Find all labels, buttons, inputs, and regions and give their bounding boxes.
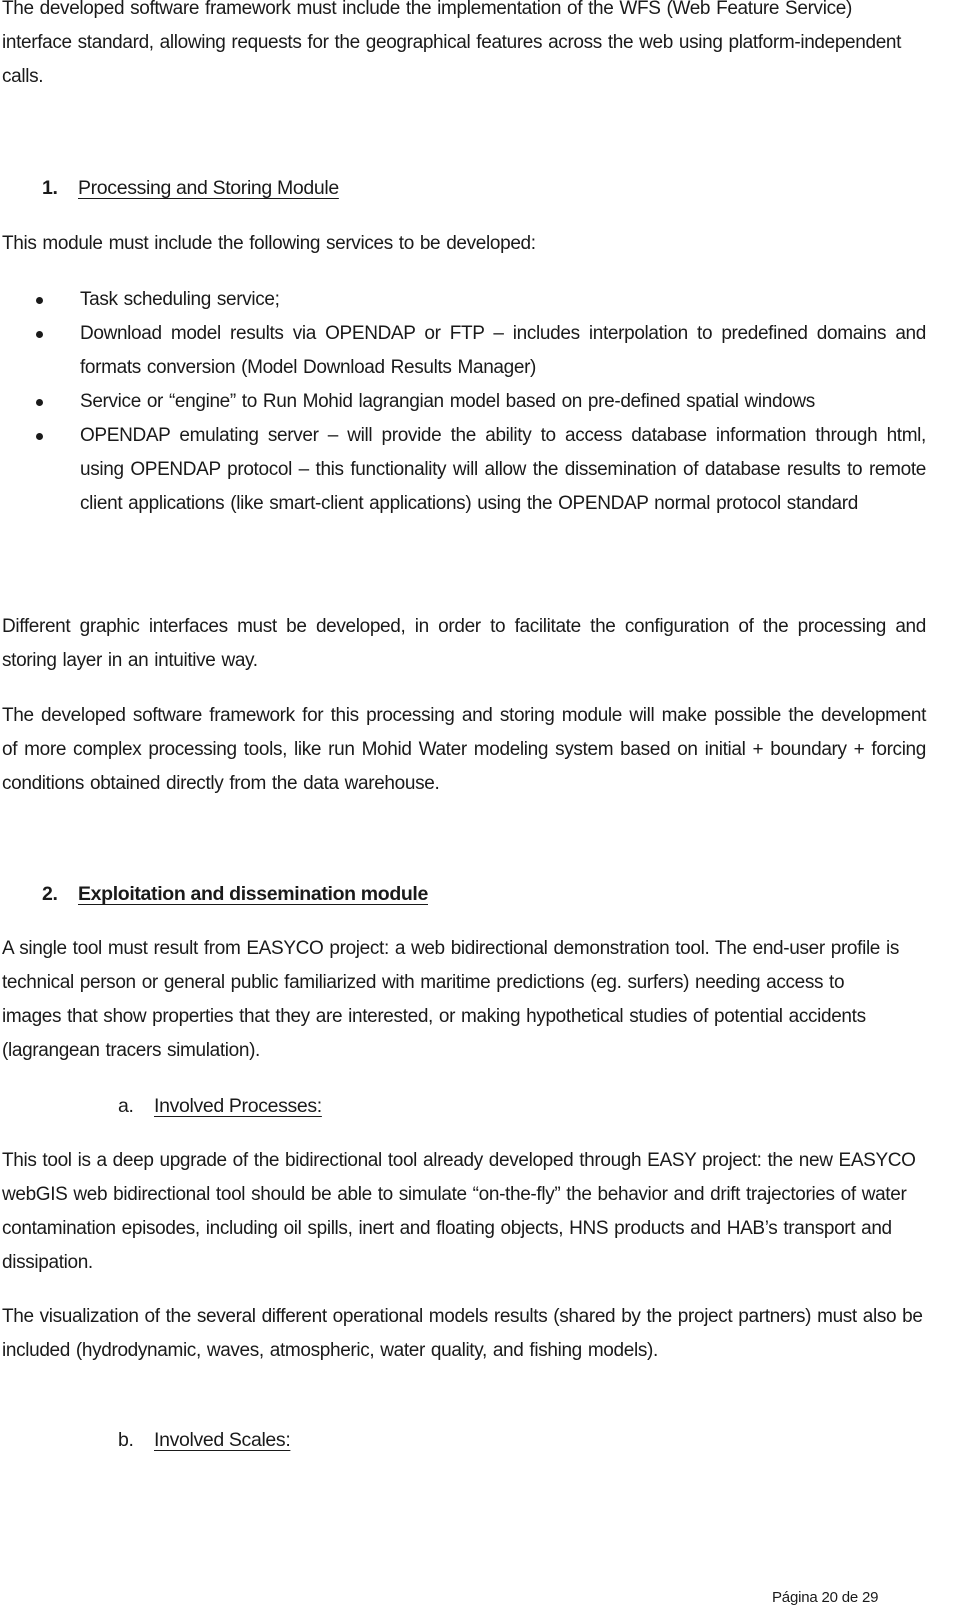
intro-paragraph: The developed software framework must in…: [2, 0, 902, 87]
section-1-number: 1.: [42, 177, 58, 199]
section-1-lead: This module must include the following s…: [2, 233, 536, 254]
list-item: Service or “engine” to Run Mohid lagrang…: [0, 385, 926, 419]
subsection-a-heading: a. Involved Processes:: [118, 1089, 322, 1123]
interfaces-paragraph: Different graphic interfaces must be dev…: [2, 616, 926, 671]
section-2-number: 2.: [42, 883, 58, 905]
subsection-b-heading: b. Involved Scales:: [118, 1423, 291, 1457]
bullet-icon: [36, 331, 43, 338]
section-2-title: Exploitation and dissemination module: [78, 883, 428, 905]
tool-paragraph: A single tool must result from EASYCO pr…: [2, 938, 899, 1061]
framework-paragraph: The developed software framework for thi…: [2, 705, 926, 794]
services-list: Task scheduling service; Download model …: [0, 283, 926, 521]
subsection-a-title: Involved Processes:: [154, 1095, 322, 1117]
list-item: Task scheduling service;: [0, 283, 926, 317]
section-2-heading: 2. Exploitation and dissemination module: [42, 877, 428, 911]
section-1-title: Processing and Storing Module: [78, 177, 339, 199]
visualization-paragraph: The visualization of the several differe…: [2, 1306, 923, 1361]
bullet-icon: [36, 433, 43, 440]
bullet-icon: [36, 399, 43, 406]
list-item: OPENDAP emulating server – will provide …: [0, 419, 926, 521]
subsection-b-number: b.: [118, 1429, 134, 1451]
subsection-a-number: a.: [118, 1095, 134, 1117]
list-item: Download model results via OPENDAP or FT…: [0, 317, 926, 385]
bullet-icon: [36, 297, 43, 304]
subsection-b-title: Involved Scales:: [154, 1429, 291, 1451]
section-1-heading: 1. Processing and Storing Module: [42, 171, 339, 205]
upgrade-paragraph: This tool is a deep upgrade of the bidir…: [2, 1150, 916, 1273]
page-number: Página 20 de 29: [772, 1589, 879, 1606]
